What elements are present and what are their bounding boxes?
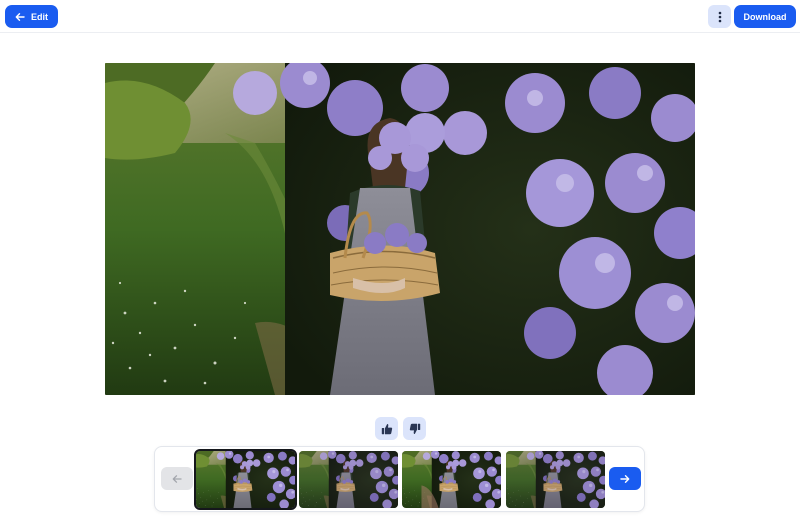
arrow-right-icon	[620, 474, 630, 483]
like-button[interactable]	[375, 417, 398, 440]
thumbnail-1[interactable]	[194, 449, 297, 510]
thumbs-down-icon	[409, 423, 420, 434]
arrow-left-icon	[15, 12, 25, 21]
thumbs-up-icon	[381, 423, 392, 434]
thumbnail-3[interactable]	[402, 451, 501, 508]
download-button[interactable]: Download	[734, 5, 796, 28]
carousel-next-button[interactable]	[609, 467, 641, 490]
edit-button[interactable]: Edit	[5, 5, 58, 28]
thumbnail-2[interactable]	[299, 451, 398, 508]
edit-button-label: Edit	[31, 11, 48, 22]
carousel-prev-button[interactable]	[161, 467, 193, 490]
thumbnail-4[interactable]	[506, 451, 605, 508]
more-options-button[interactable]	[708, 5, 731, 28]
main-image	[105, 63, 695, 395]
dislike-button[interactable]	[403, 417, 426, 440]
arrow-left-icon	[172, 474, 182, 483]
more-vertical-icon	[718, 11, 721, 22]
top-toolbar: Edit Download	[0, 0, 800, 33]
download-button-label: Download	[743, 11, 787, 22]
thumbnail-carousel	[154, 446, 645, 512]
